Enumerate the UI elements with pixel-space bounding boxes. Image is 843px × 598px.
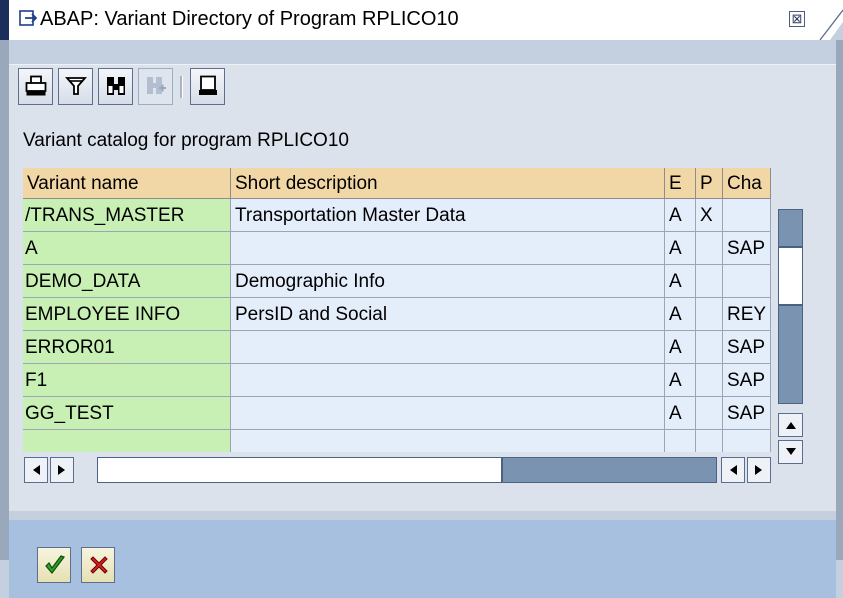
close-icon[interactable]: ⊠ [789, 11, 805, 27]
page-icon [199, 75, 217, 95]
cell-variant-name[interactable] [23, 430, 231, 452]
cell-variant-name[interactable]: EMPLOYEE INFO [23, 298, 231, 331]
cell-p [696, 364, 723, 397]
cell-e: A [665, 265, 696, 298]
cell-short-description: Transportation Master Data [231, 199, 665, 232]
cell-short-description [231, 430, 665, 452]
hscroll-track[interactable] [502, 457, 717, 483]
cell-p: X [696, 199, 723, 232]
filter-button[interactable] [58, 68, 93, 105]
column-header-p[interactable]: P [696, 168, 723, 199]
scroll-right-button-2[interactable] [747, 457, 771, 483]
dialog-frame-right [836, 40, 843, 560]
scroll-up-button[interactable] [778, 413, 803, 437]
dialog-frame-left [0, 40, 9, 560]
triangle-up-icon [786, 422, 796, 429]
cancel-button[interactable] [81, 547, 115, 583]
cell-p [696, 265, 723, 298]
cell-cha: SAP [723, 364, 771, 397]
cell-cha [723, 265, 771, 298]
cell-variant-name[interactable]: DEMO_DATA [23, 265, 231, 298]
cell-e: A [665, 232, 696, 265]
print-icon [25, 75, 47, 96]
cell-cha: SAP [723, 331, 771, 364]
dialog-footer [9, 520, 836, 598]
vertical-scrollbar[interactable] [776, 206, 804, 471]
cell-e: A [665, 397, 696, 430]
column-header-cha[interactable]: Cha [723, 168, 771, 199]
cell-short-description [231, 364, 665, 397]
cell-variant-name[interactable]: ERROR01 [23, 331, 231, 364]
cell-cha: SAP [723, 397, 771, 430]
column-header-variant-name[interactable]: Variant name [23, 168, 231, 199]
cell-short-description [231, 232, 665, 265]
triangle-right-icon [755, 465, 762, 475]
hscroll-thumb[interactable] [97, 457, 502, 483]
triangle-left-icon [730, 465, 737, 475]
cell-p [696, 430, 723, 452]
find-next-button[interactable] [138, 68, 173, 105]
cell-e: A [665, 364, 696, 397]
vscroll-track-upper[interactable] [778, 209, 803, 247]
cell-cha [723, 199, 771, 232]
cell-variant-name[interactable]: F1 [23, 364, 231, 397]
cell-e [665, 430, 696, 452]
checkmark-icon [45, 555, 65, 574]
cell-short-description: PersID and Social [231, 298, 665, 331]
find-button[interactable] [98, 68, 133, 105]
cell-p [696, 298, 723, 331]
cell-p [696, 397, 723, 430]
column-header-short-description[interactable]: Short description [231, 168, 665, 199]
cell-p [696, 331, 723, 364]
cell-cha: REY [723, 298, 771, 331]
scroll-right-button[interactable] [50, 457, 74, 483]
title-bar-corner [819, 9, 843, 40]
window-icon [19, 10, 37, 26]
vscroll-thumb[interactable] [778, 247, 803, 305]
find-next-icon [147, 77, 166, 94]
cell-cha: SAP [723, 232, 771, 265]
cell-variant-name[interactable]: GG_TEST [23, 397, 231, 430]
confirm-button[interactable] [37, 547, 71, 583]
scroll-left-button[interactable] [24, 457, 48, 483]
variant-table: Variant name Short description E P Cha/TRANS… [23, 168, 771, 452]
find-icon [107, 77, 125, 95]
page-button[interactable] [190, 68, 225, 105]
cell-e: A [665, 298, 696, 331]
title-bar-accent [0, 0, 9, 40]
cell-e: A [665, 199, 696, 232]
cell-short-description: Demographic Info [231, 265, 665, 298]
cell-p [696, 232, 723, 265]
vscroll-track-lower[interactable] [778, 305, 803, 404]
triangle-down-icon [786, 448, 796, 455]
column-header-e[interactable]: E [665, 168, 696, 199]
cell-cha [723, 430, 771, 452]
window-title: ABAP: Variant Directory of Program RPLIC… [40, 8, 459, 30]
cell-e: A [665, 331, 696, 364]
title-bar: ABAP: Variant Directory of Program RPLIC… [0, 0, 843, 40]
cell-variant-name[interactable]: /TRANS_MASTER [23, 199, 231, 232]
catalog-title: Variant catalog for program RPLICO10 [23, 130, 349, 151]
cancel-icon [90, 556, 108, 574]
cell-variant-name[interactable]: A [23, 232, 231, 265]
cell-short-description [231, 331, 665, 364]
print-button[interactable] [18, 68, 53, 105]
toolbar-separator [180, 76, 183, 98]
triangle-left-icon [33, 465, 40, 475]
triangle-right-icon [58, 465, 65, 475]
filter-icon [65, 77, 87, 95]
horizontal-scrollbar[interactable] [24, 457, 796, 485]
scroll-left-button-2[interactable] [721, 457, 745, 483]
cell-short-description [231, 397, 665, 430]
